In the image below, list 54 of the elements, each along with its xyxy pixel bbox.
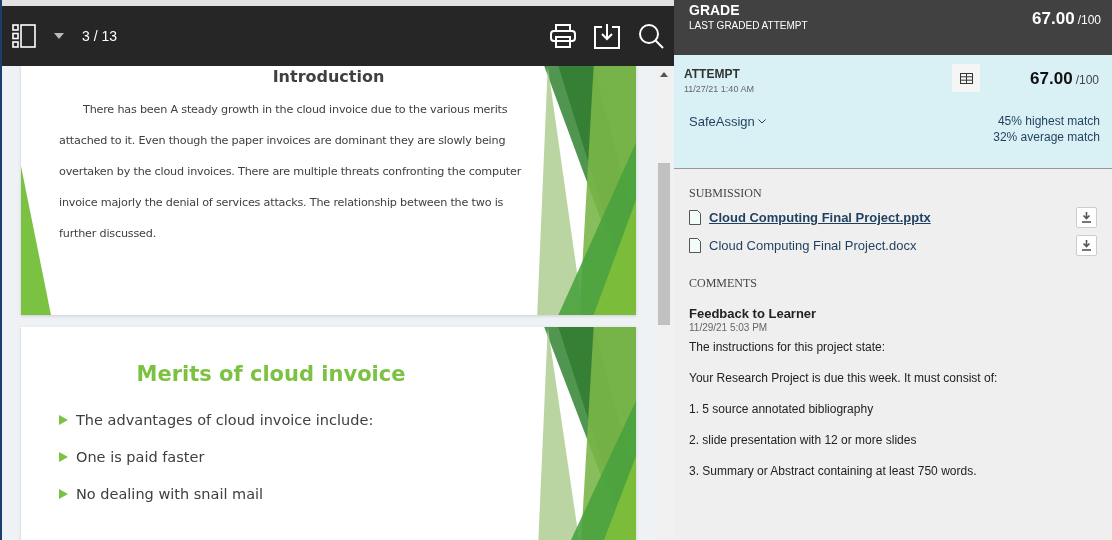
attempt-max: /100 xyxy=(1075,73,1099,87)
comment-text: 3. Summary or Abstract containing at least 750 words. xyxy=(689,464,978,478)
document-icon xyxy=(689,238,701,253)
grade-score: 67.00 xyxy=(1032,9,1075,29)
bullet-text: One is paid faster xyxy=(76,449,205,465)
match-text: 32% average match xyxy=(993,130,1100,144)
attempt-date: 11/27/21 1:40 AM xyxy=(684,84,754,94)
comment-text: 2. slide presentation with 12 or more slides xyxy=(689,433,918,447)
section-heading: COMMENTS xyxy=(689,276,758,291)
slide-paragraph: There has been A steady growth in the cloud invoice due to the various merits attached to it. Even though the paper invoices are dominant they are slowly being overtaken by the cloud invoices. There are multiple threats confronting the computer invoice majorly the denial of services attacks. The relationship between the two is further discussed. xyxy=(59,102,523,242)
safeassign-dropdown[interactable]: SafeAssign xyxy=(689,114,766,129)
chevron-down-icon xyxy=(757,119,766,124)
bullet-icon xyxy=(59,489,68,499)
attempt-score: 67.00 xyxy=(1030,69,1073,89)
document-icon xyxy=(689,210,701,225)
download-icon xyxy=(594,23,620,49)
bullet-icon xyxy=(59,452,68,462)
file-link[interactable]: Cloud Computing Final Project.docx xyxy=(709,238,917,253)
sidebar-toggle-button[interactable] xyxy=(12,24,36,48)
caret-icon xyxy=(54,33,64,39)
bullet-text: No dealing with snail mail xyxy=(76,486,264,502)
comment-author: Feedback to Learner xyxy=(689,306,818,321)
attempt-title: ATTEMPT xyxy=(684,67,741,81)
printer-icon xyxy=(550,24,576,48)
match-text: 45% highest match xyxy=(997,114,1100,128)
rubric-button[interactable] xyxy=(952,64,981,92)
scroll-up-icon[interactable] xyxy=(660,72,668,77)
grade-subtitle: LAST GRADED ATTEMPT xyxy=(689,20,808,31)
scrollbar-thumb[interactable] xyxy=(658,163,670,325)
bullet-icon xyxy=(59,415,68,425)
download-button[interactable] xyxy=(594,23,620,49)
comment-text: Your Research Project is due this week. It must consist of: xyxy=(689,371,999,385)
search-icon xyxy=(638,23,664,49)
slide-title: Introduction xyxy=(271,66,386,86)
scrollbar[interactable] xyxy=(656,66,672,540)
grid-icon xyxy=(959,72,973,84)
search-button[interactable] xyxy=(638,23,664,49)
file-link[interactable]: Cloud Computing Final Project.pptx xyxy=(709,210,931,225)
download-icon xyxy=(1081,240,1092,251)
download-icon xyxy=(1081,212,1092,223)
comment-text: The instructions for this project state: xyxy=(689,340,887,354)
download-button[interactable] xyxy=(1076,235,1097,256)
dropdown-button[interactable] xyxy=(54,33,64,39)
page-indicator: 3 / 13 xyxy=(82,28,118,44)
slide-title: Merits of cloud invoice xyxy=(135,361,407,386)
grade-title: GRADE xyxy=(689,2,741,18)
print-button[interactable] xyxy=(550,24,576,48)
thumbnails-icon xyxy=(12,24,36,48)
comment-text: 1. 5 source annotated bibliography xyxy=(689,402,875,416)
download-button[interactable] xyxy=(1076,207,1097,228)
grade-max: /100 xyxy=(1077,13,1101,27)
section-heading: SUBMISSION xyxy=(689,186,763,201)
bullet-text: The advantages of cloud invoice include: xyxy=(76,412,374,428)
comment-date: 11/29/21 5:03 PM xyxy=(689,322,769,333)
